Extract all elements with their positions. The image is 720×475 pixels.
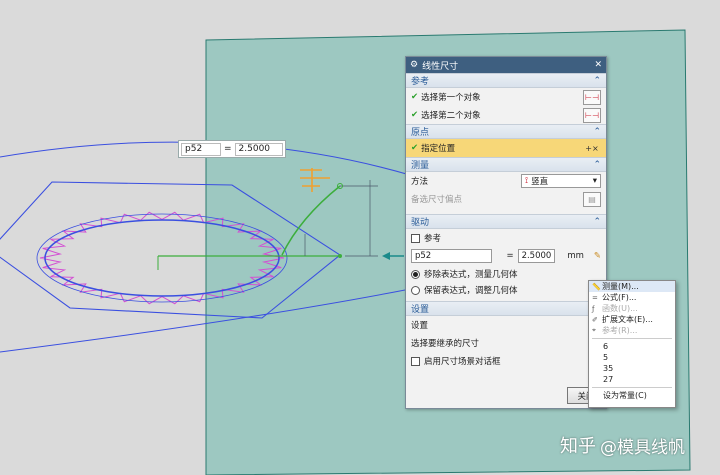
settings-label: 设置 — [411, 321, 429, 331]
menu-separator — [592, 338, 672, 339]
menu-value-label: 5 — [603, 353, 609, 362]
method-dropdown[interactable]: ⟟ 竖直 ▾ — [521, 174, 601, 188]
settings-row[interactable]: 设置 — [406, 316, 606, 334]
menu-item-reference: ⌖ 参考(R)... — [589, 325, 675, 336]
enable-scene-checkbox[interactable] — [411, 356, 420, 366]
gear-icon[interactable]: ⚙ — [410, 60, 418, 70]
select-object-icon[interactable]: ⊢⊣ — [583, 89, 601, 105]
radio-remove[interactable] — [411, 269, 420, 279]
menu-value-item[interactable]: 35 — [589, 363, 675, 374]
menu-value-label: 27 — [603, 375, 614, 384]
menu-item-function-label: 函数(U)... — [602, 304, 638, 313]
section-origin[interactable]: 原点 ⌃ — [406, 124, 606, 139]
option-remove-label: 移除表达式，测量几何体 — [424, 270, 518, 280]
ruler-icon: 📏 — [592, 282, 601, 291]
method-label: 方法 — [411, 177, 429, 187]
edit-text-icon: ✐ — [592, 315, 598, 324]
inherit-label: 选择要继承的尺寸 — [411, 339, 480, 349]
expression-value-input[interactable]: 2.5000 — [517, 249, 556, 263]
chevron-up-icon[interactable]: ⌃ — [593, 217, 601, 227]
enable-scene-label: 启用尺寸场景对话框 — [424, 357, 501, 367]
section-reference-label: 参考 — [411, 77, 430, 87]
menu-item-reference-label: 参考(R)... — [602, 326, 638, 335]
select-first-object-row[interactable]: ✔ 选择第一个对象 ⊢⊣ — [406, 88, 606, 106]
select-first-label: 选择第一个对象 — [421, 93, 481, 103]
linear-dimension-dialog: ⚙ 线性尺寸 ✕ 参考 ⌃ ✔ 选择第一个对象 ⊢⊣ ✔ 选择第二个对象 ⊢⊣ … — [405, 56, 607, 409]
menu-separator — [592, 387, 672, 388]
drive-expression-row: p52 = 2.5000 mm ✎ — [406, 247, 606, 265]
float-eq: = — [224, 144, 232, 154]
enable-scene-row[interactable]: 启用尺寸场景对话框 — [406, 352, 606, 370]
eq-sign: = — [506, 251, 514, 261]
chevron-down-icon: ▾ — [592, 176, 597, 186]
select-second-object-row[interactable]: ✔ 选择第二个对象 ⊢⊣ — [406, 106, 606, 124]
close-icon[interactable]: ✕ — [594, 60, 602, 70]
option-keep-label: 保留表达式，调整几何体 — [424, 286, 518, 296]
formula-icon: = — [592, 293, 598, 302]
menu-item-set-constant[interactable]: 设为常量(C) — [589, 390, 675, 401]
floating-dimension-input: p52 = 2.5000 — [178, 140, 286, 158]
chevron-up-icon[interactable]: ⌃ — [593, 160, 601, 170]
specify-location-label: 指定位置 — [421, 144, 456, 154]
menu-value-label: 35 — [603, 364, 614, 373]
select-second-label: 选择第二个对象 — [421, 111, 481, 121]
method-value: 竖直 — [531, 177, 549, 187]
watermark-text: @模具线帆 — [600, 437, 685, 458]
unit-label: mm — [567, 251, 584, 261]
float-value-field[interactable]: 2.5000 — [234, 142, 283, 156]
menu-item-extended-text-label: 扩展文本(E)... — [602, 315, 653, 324]
check-icon: ✔ — [411, 92, 419, 102]
reference-checkbox-label: 参考 — [424, 234, 442, 244]
radio-keep[interactable] — [411, 285, 420, 295]
menu-value-item[interactable]: 5 — [589, 352, 675, 363]
dialog-title: 线性尺寸 — [422, 61, 459, 72]
alt-point-row: 备选尺寸偏点 ▤ — [406, 190, 606, 208]
point-select-icon: ▤ — [583, 191, 601, 207]
menu-item-formula-label: 公式(F)... — [602, 293, 637, 302]
reference-icon: ⌖ — [592, 326, 596, 334]
menu-value-label: 6 — [603, 342, 609, 351]
dialog-titlebar: ⚙ 线性尺寸 ✕ — [406, 57, 606, 73]
section-settings[interactable]: 设置 — [406, 301, 606, 316]
check-icon: ✔ — [411, 110, 419, 120]
section-origin-label: 原点 — [411, 128, 430, 138]
reference-checkbox[interactable] — [411, 233, 420, 243]
expression-name-input[interactable]: p52 — [411, 249, 493, 263]
vertical-dim-icon: ⟟ — [525, 176, 529, 186]
crosshair-icon[interactable]: +× — [583, 141, 601, 156]
function-icon: ƒ — [592, 304, 595, 313]
pencil-icon[interactable]: ✎ — [594, 251, 601, 261]
check-icon: ✔ — [411, 143, 419, 153]
menu-item-formula[interactable]: = 公式(F)... — [589, 292, 675, 303]
method-row: 方法 ⟟ 竖直 ▾ — [406, 172, 606, 190]
section-drive[interactable]: 驱动 ⌃ — [406, 214, 606, 229]
menu-item-measure[interactable]: 📏 测量(M)... — [589, 281, 675, 292]
menu-item-measure-label: 测量(M)... — [602, 282, 639, 291]
float-name-field[interactable]: p52 — [181, 142, 221, 156]
chevron-up-icon[interactable]: ⌃ — [593, 76, 601, 86]
expression-context-menu: 📏 测量(M)... = 公式(F)... ƒ 函数(U)... ✐ 扩展文本(E)..… — [588, 280, 676, 408]
alt-point-label: 备选尺寸偏点 — [411, 195, 463, 205]
zhihu-logo: 知乎 — [560, 436, 596, 457]
section-measure[interactable]: 测量 ⌃ — [406, 157, 606, 172]
section-measure-label: 测量 — [411, 161, 430, 171]
option-keep-row[interactable]: 保留表达式，调整几何体 — [406, 283, 606, 297]
inherit-row[interactable]: 选择要继承的尺寸 — [406, 334, 606, 352]
menu-item-set-constant-label: 设为常量(C) — [603, 391, 647, 400]
section-drive-label: 驱动 — [411, 218, 430, 228]
option-remove-row[interactable]: 移除表达式，测量几何体 — [406, 265, 606, 283]
drive-reference-row[interactable]: 参考 — [406, 229, 606, 247]
specify-location-row[interactable]: ✔ 指定位置 +× — [406, 139, 606, 157]
chevron-up-icon[interactable]: ⌃ — [593, 127, 601, 137]
select-object-icon[interactable]: ⊢⊣ — [583, 107, 601, 123]
menu-item-function: ƒ 函数(U)... — [589, 303, 675, 314]
watermark: 知乎 @模具线帆 — [560, 430, 710, 460]
menu-value-item[interactable]: 6 — [589, 341, 675, 352]
menu-value-item[interactable]: 27 — [589, 374, 675, 385]
menu-item-extended-text[interactable]: ✐ 扩展文本(E)... — [589, 314, 675, 325]
section-settings-label: 设置 — [411, 305, 430, 315]
section-reference[interactable]: 参考 ⌃ — [406, 73, 606, 88]
